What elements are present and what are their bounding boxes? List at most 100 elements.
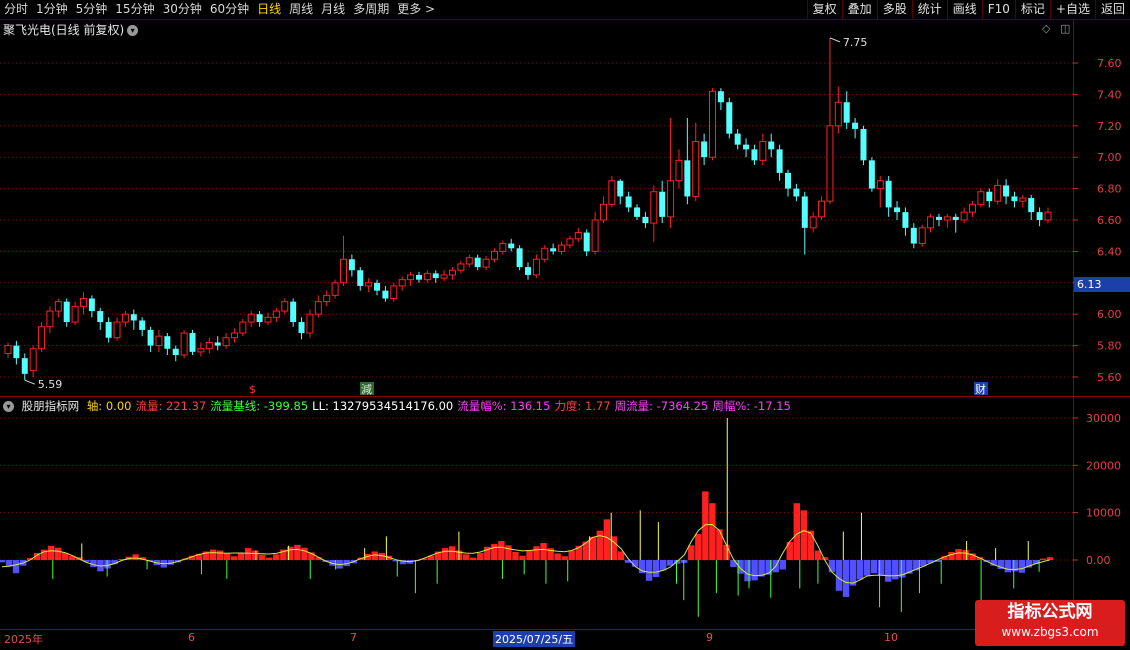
candle-body (130, 314, 137, 321)
candle (197, 342, 205, 357)
indicator-name[interactable]: 股朋指标网 (22, 399, 80, 413)
indicator-field-2: 流量基线: -399.85 (210, 399, 309, 413)
watermark-url: www.zbgs3.com (1001, 625, 1099, 639)
candle-body (432, 273, 439, 279)
tool-button-5[interactable]: F10 (981, 0, 1015, 19)
indicator-field-1: 流量: 221.37 (135, 399, 207, 413)
period-tab-8[interactable]: 月线 (317, 0, 349, 19)
flow-bar (55, 547, 62, 560)
flow-bar (652, 560, 660, 578)
period-tab-6[interactable]: 日线 (253, 0, 285, 19)
candle-body (482, 258, 490, 268)
candle (474, 254, 481, 271)
candle-body (910, 227, 917, 244)
watermark: 指标公式网 www.zbgs3.com (975, 600, 1125, 646)
tool-button-3[interactable]: 统计 (911, 0, 947, 19)
flow-bar (12, 560, 20, 574)
candle (264, 312, 272, 326)
period-tab-1[interactable]: 1分钟 (32, 0, 72, 19)
candle-body (298, 322, 305, 334)
candle (222, 333, 230, 349)
period-tab-7[interactable]: 周线 (285, 0, 317, 19)
flow-tick-label: 10000 (1086, 507, 1121, 520)
period-tab-4[interactable]: 30分钟 (159, 0, 206, 19)
price-tick-label: 7.20 (1097, 120, 1122, 133)
tool-button-1[interactable]: 叠加 (841, 0, 877, 19)
candle (743, 138, 750, 158)
tool-button-4[interactable]: 画线 (946, 0, 982, 19)
candle-body (935, 216, 942, 220)
period-tab-5[interactable]: 60分钟 (206, 0, 253, 19)
event-marker-2: 财 (974, 382, 988, 396)
candle (868, 157, 875, 192)
candle-body (272, 310, 280, 318)
candle (256, 311, 263, 327)
candle-body (440, 274, 448, 279)
tool-button-0[interactable]: 复权 (806, 0, 842, 19)
candle-body (214, 342, 221, 346)
candle-body (684, 160, 691, 197)
period-tab-3[interactable]: 15分钟 (111, 0, 158, 19)
flow-bar (617, 551, 625, 560)
candle-body (407, 274, 415, 281)
candle (969, 201, 977, 217)
candle (407, 271, 415, 286)
candle (717, 88, 724, 111)
indicator-field-4: 流量幅%: 136.15 (457, 399, 551, 413)
candle (1003, 179, 1010, 205)
candle-body (743, 144, 750, 150)
candle (860, 125, 867, 166)
flow-bar (793, 503, 801, 560)
candle (382, 285, 389, 302)
period-tab-0[interactable]: 分时 (0, 0, 32, 19)
candle (508, 238, 515, 252)
date-axis: 2025年 6 7 9 10 2025/07/25/五 (0, 630, 1075, 650)
candle (21, 353, 28, 381)
candle (46, 306, 54, 334)
candle-body (759, 141, 767, 161)
flow-bar (723, 544, 730, 560)
chart-area[interactable]: 7.607.407.207.006.806.606.406.206.005.80… (0, 20, 1130, 630)
period-tab-2[interactable]: 5分钟 (72, 0, 112, 19)
flow-bar (828, 560, 836, 573)
event-marker-0: $ (249, 383, 256, 396)
candle-body (701, 141, 708, 158)
period-tab-9[interactable]: 多周期 (349, 0, 393, 19)
flow-bar (132, 554, 139, 560)
period-tab-10[interactable]: 更多 > (393, 0, 439, 19)
candle-body (21, 358, 28, 374)
candle (499, 240, 507, 255)
candle-body (860, 128, 867, 161)
flow-bar (251, 550, 259, 560)
candle (490, 248, 498, 263)
candle (230, 328, 238, 343)
flow-bar (730, 560, 737, 568)
event-marker-text: 财 (975, 382, 986, 396)
flow-bar (955, 549, 962, 560)
flow-tick-label: 20000 (1086, 459, 1121, 472)
candle-body (583, 232, 590, 252)
candle-body (558, 244, 566, 252)
tool-button-7[interactable]: +自选 (1049, 0, 1095, 19)
candle (977, 188, 985, 208)
tool-button-6[interactable]: 标记 (1014, 0, 1050, 19)
candle (726, 97, 733, 139)
candle (13, 340, 20, 365)
tool-button-8[interactable]: 返回 (1094, 0, 1130, 19)
flow-bar (688, 545, 695, 560)
flow-bar (800, 510, 808, 560)
flow-bar (1039, 558, 1047, 560)
flow-bar (441, 548, 449, 560)
flow-bar (505, 545, 512, 560)
flow-bar (856, 560, 864, 580)
indicator-menu-icon[interactable]: ▾ (3, 401, 14, 412)
candle-body (843, 102, 850, 123)
candle (818, 196, 826, 220)
candle (323, 290, 331, 307)
candle-body (155, 335, 163, 347)
candle-body (709, 90, 717, 158)
candle (525, 262, 531, 280)
tool-button-2[interactable]: 多股 (876, 0, 912, 19)
candle-body (960, 211, 968, 221)
candle (776, 144, 783, 181)
